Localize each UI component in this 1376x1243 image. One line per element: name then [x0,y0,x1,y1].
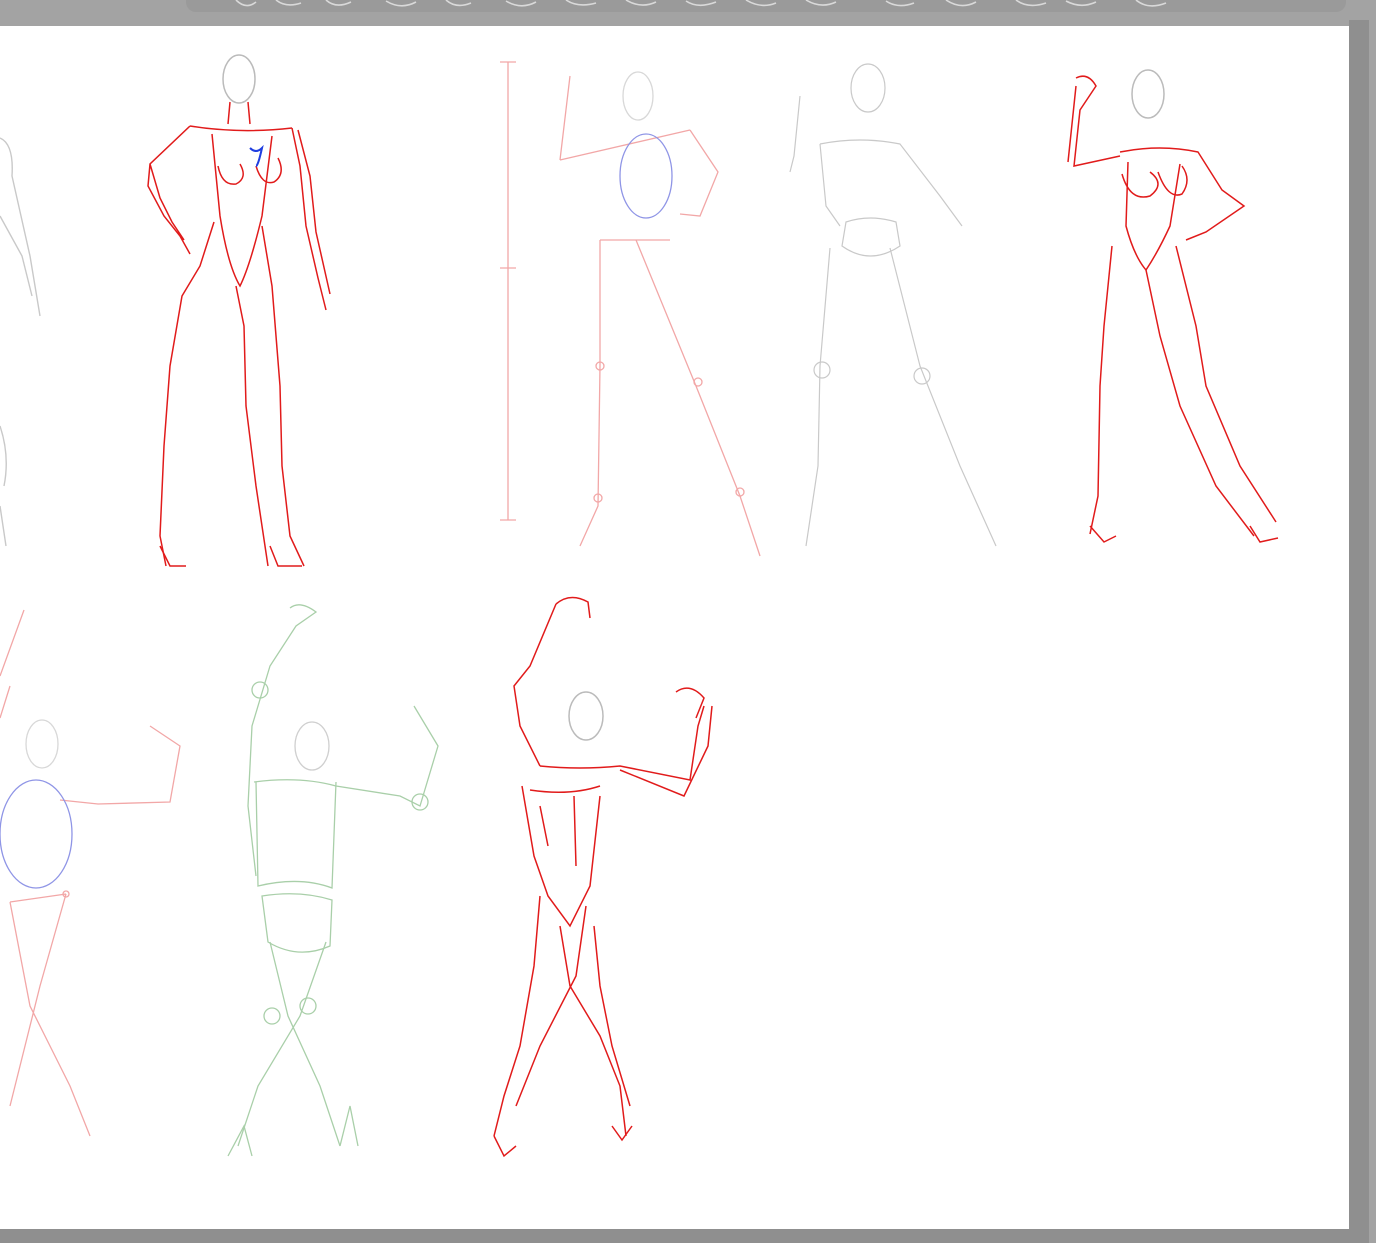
flexing-figure [1067,69,1279,543]
proportion-guide-figure [500,61,761,557]
mannequin-figure [789,63,997,547]
arms-raised-skeleton [0,609,181,1137]
standing-figure-hand-on-hip [147,54,331,567]
canvas-shadow-right [1349,20,1369,1230]
dancing-figure [493,596,713,1158]
handwritten-scribble [235,0,1167,7]
cutoff-gray-figure [0,137,41,547]
canvas-shadow-bottom [0,1229,1369,1243]
arms-raised-mannequin [227,604,439,1157]
sketch-layer [0,54,1279,1158]
top-handwritten-banner [186,0,1346,12]
drawing-canvas[interactable] [0,26,1349,1229]
